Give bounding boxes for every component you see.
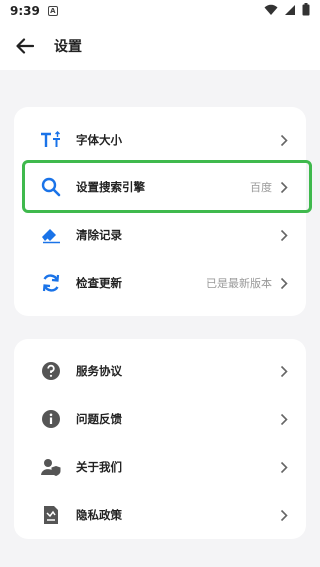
setting-label: 设置搜索引擎 <box>76 180 145 194</box>
battery-icon <box>302 3 310 19</box>
chevron-right-icon <box>278 412 290 426</box>
status-icons <box>264 3 310 19</box>
setting-label: 问题反馈 <box>76 412 122 426</box>
chevron-right-icon <box>278 133 290 147</box>
setting-row-font-size[interactable]: 字体大小 <box>14 118 306 162</box>
setting-row-privacy-policy[interactable]: 隐私政策 <box>14 493 306 537</box>
chevron-right-icon <box>278 364 290 378</box>
notification-icon: A <box>47 6 58 16</box>
status-bar: 9:39 A <box>0 0 320 22</box>
font-size-icon <box>40 129 62 151</box>
wifi-icon <box>264 4 278 19</box>
arrow-left-icon <box>16 38 34 54</box>
chevron-right-icon <box>278 228 290 242</box>
chevron-right-icon <box>278 276 290 290</box>
setting-row-feedback[interactable]: 问题反馈 <box>14 397 306 441</box>
back-button[interactable] <box>12 33 38 59</box>
user-shield-icon <box>40 456 62 478</box>
setting-row-search-engine[interactable]: 设置搜索引擎 百度 <box>14 165 306 209</box>
chevron-right-icon <box>278 180 290 194</box>
settings-card-about: 服务协议 问题反馈 关于我们 隐私政策 <box>14 339 306 539</box>
setting-label: 清除记录 <box>76 228 122 242</box>
setting-label: 关于我们 <box>76 460 122 474</box>
setting-row-check-update[interactable]: 检查更新 已是最新版本 <box>14 261 306 305</box>
setting-label: 字体大小 <box>76 133 122 147</box>
setting-row-service-agreement[interactable]: 服务协议 <box>14 349 306 393</box>
status-time: 9:39 <box>10 4 40 18</box>
setting-label: 隐私政策 <box>76 508 122 522</box>
refresh-icon <box>40 272 62 294</box>
setting-label: 检查更新 <box>76 276 122 290</box>
chevron-right-icon <box>278 508 290 522</box>
setting-label: 服务协议 <box>76 364 122 378</box>
signal-icon <box>284 4 296 19</box>
search-icon <box>40 176 62 198</box>
page-title: 设置 <box>54 39 82 55</box>
app-bar: 设置 <box>0 22 320 70</box>
document-icon <box>40 504 62 526</box>
info-circle-icon <box>40 408 62 430</box>
chevron-right-icon <box>278 460 290 474</box>
setting-row-clear-history[interactable]: 清除记录 <box>14 213 306 257</box>
setting-row-about-us[interactable]: 关于我们 <box>14 445 306 489</box>
eraser-icon <box>40 224 62 246</box>
settings-card-general: 字体大小 设置搜索引擎 百度 清除记录 检查更新 已是最新版本 <box>14 107 306 316</box>
setting-value: 已是最新版本 <box>206 277 272 290</box>
question-circle-icon <box>40 360 62 382</box>
setting-value: 百度 <box>250 181 272 194</box>
